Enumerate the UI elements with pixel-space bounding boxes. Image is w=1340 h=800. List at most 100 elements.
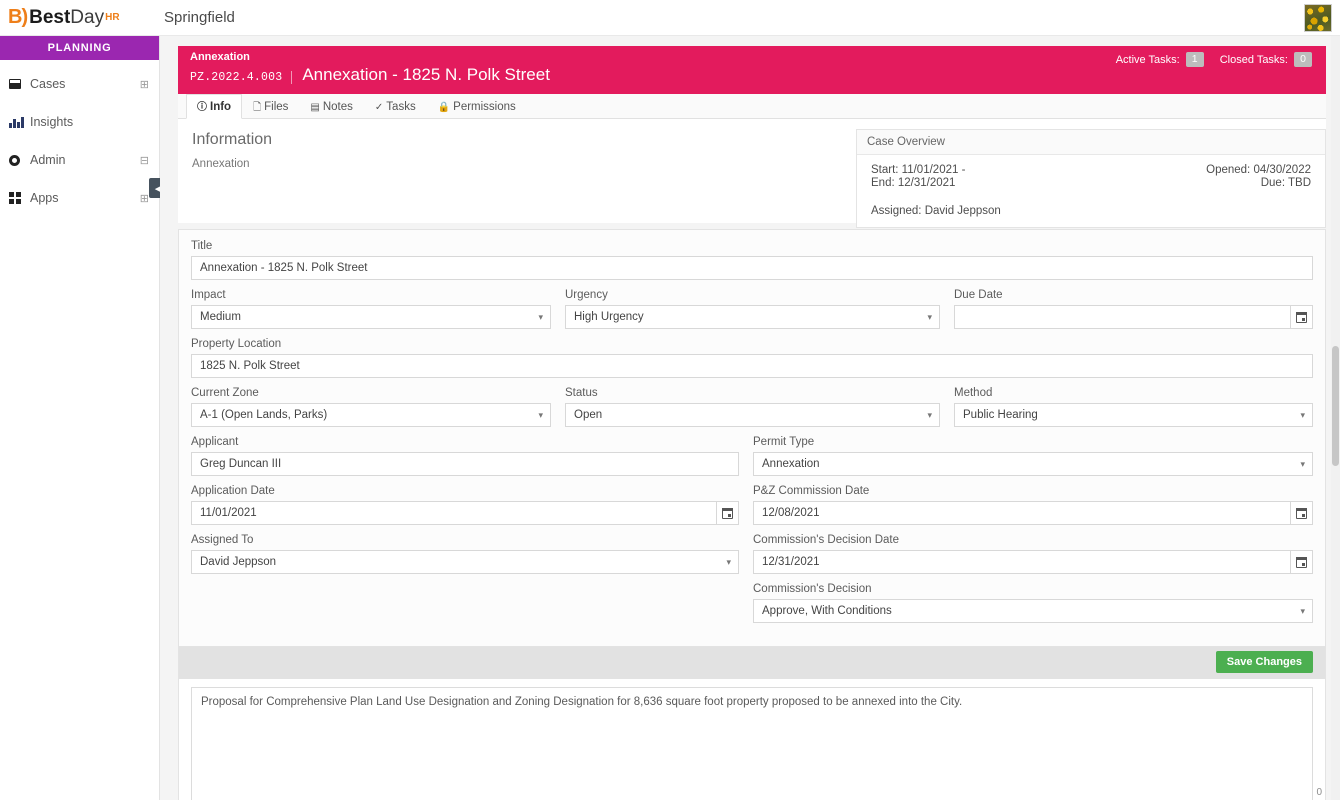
- field-method: Method Public Hearing: [954, 387, 1313, 427]
- pz-commission-date-input[interactable]: 12/08/2021: [753, 501, 1290, 525]
- method-select[interactable]: Public Hearing: [954, 403, 1313, 427]
- sidebar-item-label: Apps: [30, 191, 59, 205]
- tab-notes[interactable]: ▤ Notes: [299, 94, 364, 119]
- cases-icon: [9, 79, 27, 89]
- files-icon: 🗋: [253, 102, 262, 113]
- description-textarea[interactable]: Proposal for Comprehensive Plan Land Use…: [191, 687, 1313, 800]
- page-scrollbar[interactable]: [1331, 36, 1340, 800]
- expand-icon[interactable]: ⊞: [140, 78, 149, 91]
- sidebar-module-badge: PLANNING: [0, 36, 159, 60]
- tab-label: Info: [210, 101, 232, 113]
- due-date-input[interactable]: [954, 305, 1291, 329]
- field-status: Status Open: [565, 387, 940, 427]
- calendar-icon[interactable]: [1290, 305, 1313, 329]
- field-application-date: Application Date 11/01/2021: [191, 485, 739, 525]
- description-section: Proposal for Comprehensive Plan Land Use…: [178, 679, 1326, 800]
- expand-icon[interactable]: ⊞: [140, 192, 149, 205]
- information-section: Information Annexation Case Overview Sta…: [178, 119, 1326, 228]
- field-title: Title Annexation - 1825 N. Polk Street: [191, 240, 1313, 280]
- permit-type-label: Permit Type: [753, 436, 815, 448]
- application-date-label: Application Date: [191, 485, 275, 497]
- user-avatar[interactable]: [1304, 4, 1332, 32]
- main-content: Annexation PZ.2022.4.003 Annexation - 18…: [160, 36, 1340, 800]
- decision-select[interactable]: Approve, With Conditions: [753, 599, 1313, 623]
- sidebar-item-label: Insights: [30, 115, 74, 129]
- applicant-input[interactable]: Greg Duncan III: [191, 452, 739, 476]
- case-form: Title Annexation - 1825 N. Polk Street I…: [178, 229, 1326, 647]
- calendar-icon[interactable]: [715, 501, 739, 525]
- property-location-input[interactable]: 1825 N. Polk Street: [191, 354, 1313, 378]
- permit-type-select[interactable]: Annexation: [753, 452, 1313, 476]
- field-permit-type: Permit Type Annexation: [753, 436, 1313, 476]
- sidebar-item-insights[interactable]: Insights: [0, 108, 159, 136]
- field-property-location: Property Location 1825 N. Polk Street: [191, 338, 1313, 378]
- active-tasks-badge: 1: [1185, 52, 1204, 67]
- status-select[interactable]: Open: [565, 403, 940, 427]
- lock-icon: 🔒: [437, 102, 451, 113]
- logo-superscript: HR: [105, 12, 120, 23]
- case-overview-panel: Case Overview Start: 11/01/2021 - Opened…: [856, 129, 1326, 228]
- sidebar-item-cases[interactable]: Cases ⊞: [0, 70, 159, 98]
- property-location-label: Property Location: [191, 338, 282, 350]
- tab-label: Notes: [322, 101, 353, 113]
- top-bar: B) Best Day HR Springfield: [0, 0, 1340, 36]
- task-counters: Active Tasks: 1 Closed Tasks: 0: [1116, 52, 1312, 67]
- logo-text-light: Day: [70, 6, 105, 28]
- title-input[interactable]: Annexation - 1825 N. Polk Street: [191, 256, 1313, 280]
- urgency-label: Urgency: [565, 289, 608, 301]
- urgency-select[interactable]: High Urgency: [565, 305, 940, 329]
- insights-icon: [9, 116, 27, 128]
- tab-label: Files: [264, 101, 289, 113]
- sidebar: PLANNING Cases ⊞ Insights Admin ⊟ Apps ⊞…: [0, 36, 169, 800]
- title-label: Title: [191, 240, 213, 252]
- tab-permissions[interactable]: 🔒 Permissions: [427, 94, 527, 119]
- expand-icon[interactable]: ⊟: [140, 154, 149, 167]
- apps-icon: [9, 192, 27, 204]
- field-urgency: Urgency High Urgency: [565, 289, 940, 329]
- decision-date-input[interactable]: 12/31/2021: [753, 550, 1290, 574]
- notes-icon: ▤: [310, 102, 320, 113]
- applicant-label: Applicant: [191, 436, 239, 448]
- overview-assigned: Assigned: David Jeppson: [871, 205, 1001, 217]
- check-icon: ✓: [374, 102, 384, 113]
- assigned-to-select[interactable]: David Jeppson: [191, 550, 739, 574]
- character-counter: 0: [1316, 787, 1322, 798]
- case-tabs: ⓘ Info 🗋 Files ▤ Notes ✓ Tasks 🔒 Permissions: [178, 94, 1326, 119]
- impact-label: Impact: [191, 289, 226, 301]
- tab-label: Permissions: [453, 101, 516, 113]
- closed-tasks[interactable]: Closed Tasks: 0: [1220, 52, 1312, 67]
- impact-select[interactable]: Medium: [191, 305, 551, 329]
- field-due-date: Due Date: [954, 289, 1313, 329]
- app-logo[interactable]: B) Best Day HR: [0, 0, 160, 36]
- overview-opened: Opened: 04/30/2022: [1206, 164, 1311, 176]
- field-decision-date: Commission's Decision Date 12/31/2021: [753, 534, 1313, 574]
- tab-info[interactable]: ⓘ Info: [186, 94, 243, 119]
- sidebar-item-apps[interactable]: Apps ⊞: [0, 184, 159, 212]
- decision-label: Commission's Decision: [753, 583, 872, 595]
- closed-tasks-label: Closed Tasks:: [1219, 53, 1288, 66]
- scrollbar-thumb[interactable]: [1332, 346, 1339, 466]
- application-date-input[interactable]: 11/01/2021: [191, 501, 716, 525]
- status-label: Status: [565, 387, 598, 399]
- tab-tasks[interactable]: ✓ Tasks: [364, 94, 427, 119]
- calendar-icon[interactable]: [1289, 550, 1313, 574]
- field-applicant: Applicant Greg Duncan III: [191, 436, 739, 476]
- logo-text-bold: Best: [29, 6, 71, 28]
- active-tasks[interactable]: Active Tasks: 1: [1116, 52, 1204, 67]
- form-action-bar: Save Changes: [178, 647, 1326, 679]
- form-spacer: [191, 583, 739, 632]
- overview-end: End: 12/31/2021: [871, 177, 956, 189]
- current-zone-select[interactable]: A-1 (Open Lands, Parks): [191, 403, 551, 427]
- sidebar-item-admin[interactable]: Admin ⊟: [0, 146, 159, 174]
- overview-start: Start: 11/01/2021 -: [871, 164, 966, 176]
- decision-date-label: Commission's Decision Date: [753, 534, 899, 546]
- info-icon: ⓘ: [197, 102, 207, 113]
- field-impact: Impact Medium: [191, 289, 551, 329]
- save-changes-button[interactable]: Save Changes: [1215, 651, 1313, 673]
- sidebar-item-label: Admin: [30, 153, 66, 167]
- calendar-icon[interactable]: [1289, 501, 1313, 525]
- tab-files[interactable]: 🗋 Files: [242, 94, 299, 119]
- assigned-to-label: Assigned To: [191, 534, 254, 546]
- gear-icon: [9, 154, 27, 166]
- pz-commission-date-label: P&Z Commission Date: [753, 485, 870, 497]
